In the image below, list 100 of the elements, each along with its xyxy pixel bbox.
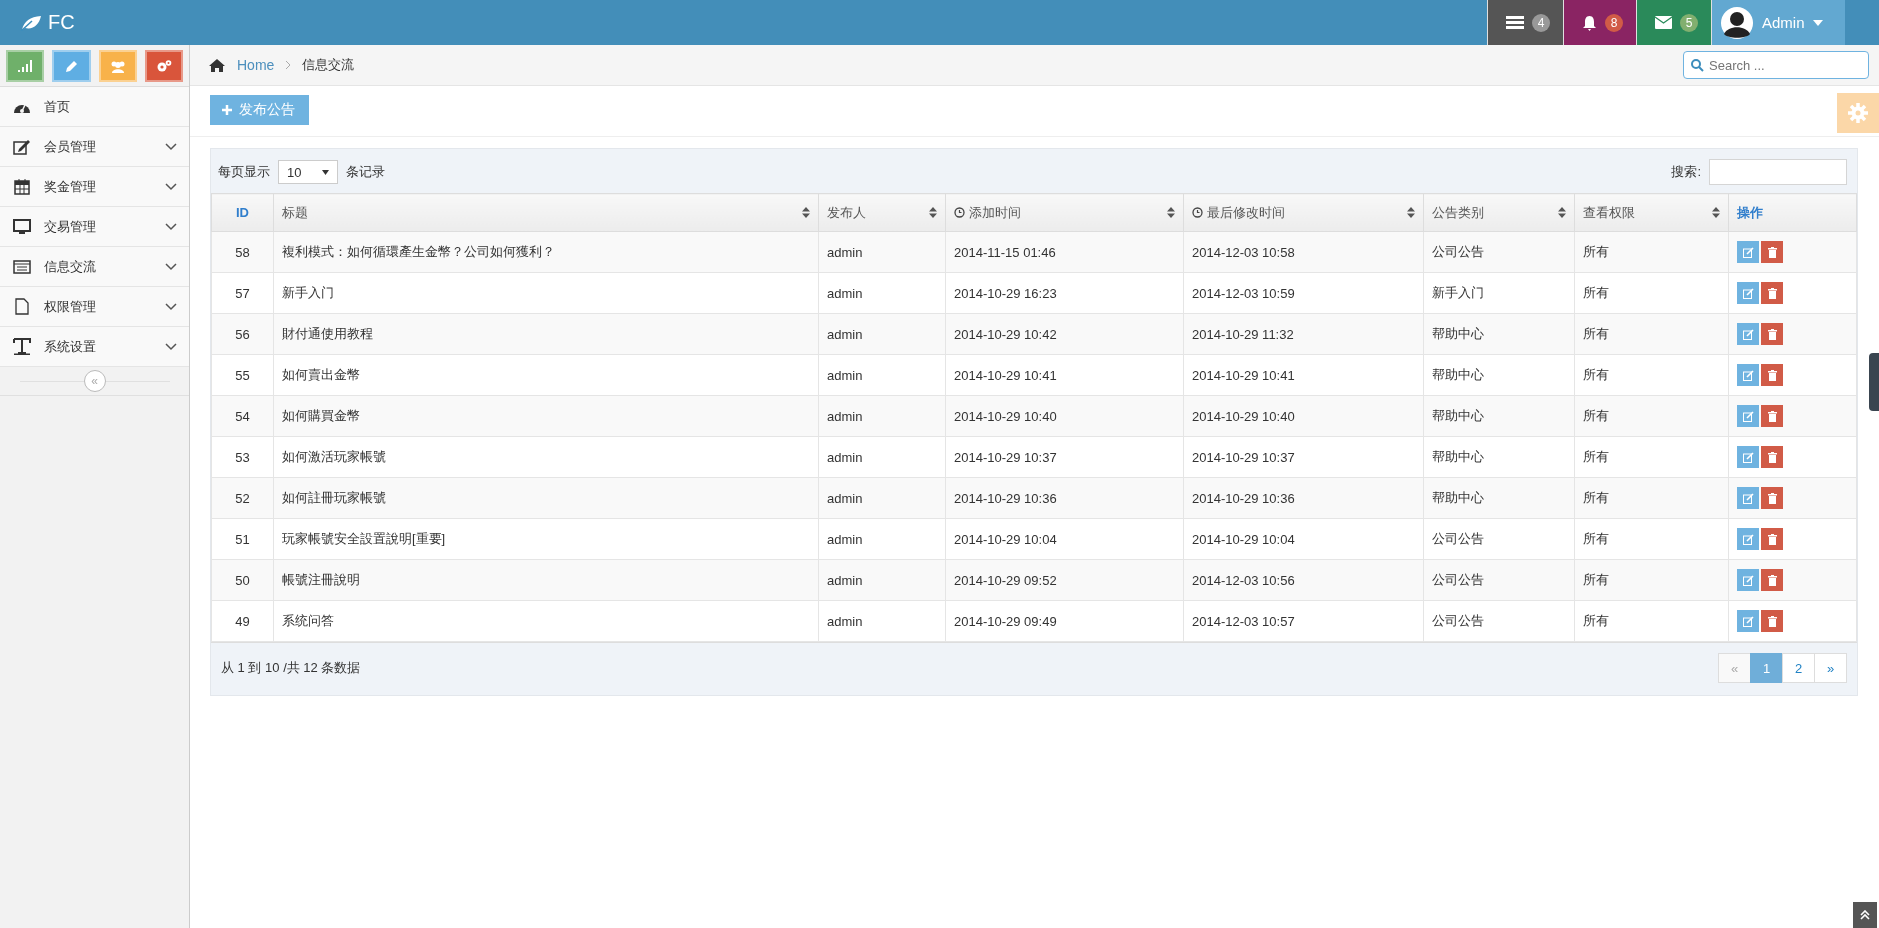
table-cell: 2014-10-29 10:04 [945,518,1184,560]
nav-item[interactable]: 会员管理 [0,127,189,167]
search-label: 搜索: [1671,163,1701,181]
home-icon [208,57,226,73]
column-header[interactable]: 操作 [1728,193,1857,232]
trash-icon [1767,533,1777,545]
edit-icon [1742,451,1754,463]
column-header[interactable]: 添加时间 [945,193,1184,232]
trash-icon [1767,451,1777,463]
double-chevron-icon [1860,910,1870,920]
caret-icon [322,169,329,175]
trash-icon [1767,492,1777,504]
shortcut-button[interactable] [6,50,45,82]
edit-button[interactable] [1737,405,1759,427]
pencil-icon [64,59,78,73]
table-cell: 所有 [1574,395,1729,437]
table-cell: 2014-11-15 01:46 [945,231,1184,273]
table-cell: 2014-10-29 16:23 [945,272,1184,314]
table-cell: 2014-10-29 10:40 [1183,395,1424,437]
clock-icon [1192,207,1203,218]
notification-button[interactable]: 8 [1563,0,1636,45]
count-badge: 8 [1605,13,1623,32]
table-cell: 所有 [1574,518,1729,560]
trash-icon [1767,328,1777,340]
table-cell: 50 [211,559,274,601]
page-size-select[interactable]: 10 [278,160,338,184]
edit-button[interactable] [1737,364,1759,386]
delete-button[interactable] [1761,323,1783,345]
settings-button[interactable] [1837,93,1879,133]
list-icon [13,259,31,274]
table-cell: 如何激活玩家帳號 [273,436,819,478]
column-header[interactable]: 查看权限 [1574,193,1729,232]
edit-button[interactable] [1737,610,1759,632]
table-cell: 如何賣出金幣 [273,354,819,396]
delete-button[interactable] [1761,241,1783,263]
table-cell: 所有 [1574,354,1729,396]
table-cell: admin [818,395,946,437]
nav-item[interactable]: 信息交流 [0,247,189,287]
page-button[interactable]: 2 [1782,653,1815,683]
table-search-field[interactable] [1709,159,1847,185]
scroll-top-button[interactable] [1853,902,1877,928]
edit-button[interactable] [1737,528,1759,550]
edit-button[interactable] [1737,569,1759,591]
edit-icon [1742,492,1754,504]
table-cell: admin [818,600,946,642]
table-cell: 所有 [1574,272,1729,314]
delete-button[interactable] [1761,405,1783,427]
delete-button[interactable] [1761,528,1783,550]
table-cell: 2014-12-03 10:57 [1183,600,1424,642]
table-cell: 帮助中心 [1423,477,1575,519]
delete-button[interactable] [1761,282,1783,304]
table-cell: 2014-10-29 10:42 [945,313,1184,355]
search-icon [1691,59,1704,72]
nav-item[interactable]: 交易管理 [0,207,189,247]
signal-icon [18,60,33,72]
edit-button[interactable] [1737,323,1759,345]
column-header[interactable]: 发布人 [818,193,946,232]
clock-icon [954,207,965,218]
edit-icon [1742,287,1754,299]
edit-button[interactable] [1737,241,1759,263]
leaf-icon [20,14,42,31]
table-cell: 55 [211,354,274,396]
nav-item[interactable]: 系统设置 [0,327,189,367]
edit-button[interactable] [1737,282,1759,304]
delete-button[interactable] [1761,446,1783,468]
delete-button[interactable] [1761,569,1783,591]
table-cell: 2014-10-29 10:04 [1183,518,1424,560]
table-cell: 帮助中心 [1423,395,1575,437]
page-button[interactable]: » [1814,653,1847,683]
delete-button[interactable] [1761,487,1783,509]
shortcut-button[interactable] [52,50,91,82]
column-header[interactable]: 最后修改时间 [1183,193,1424,232]
table-cell: 玩家帳號安全設置說明[重要] [273,518,819,560]
column-header[interactable]: ID [211,193,274,232]
shortcut-button[interactable] [98,50,137,82]
edit-button[interactable] [1737,487,1759,509]
edit-icon [13,138,31,155]
table-cell: admin [818,313,946,355]
edit-button[interactable] [1737,446,1759,468]
shortcut-button[interactable] [144,50,183,82]
table-cell: 54 [211,395,274,437]
trash-icon [1767,287,1777,299]
table-cell: 所有 [1574,559,1729,601]
column-header[interactable]: 标题 [273,193,819,232]
table-cell: 新手入门 [1423,272,1575,314]
table-cell: 2014-10-29 11:32 [1183,313,1424,355]
table-cell: 所有 [1574,313,1729,355]
count-badge: 4 [1532,13,1550,32]
table-cell: 2014-10-29 10:37 [945,436,1184,478]
table-cell: 2014-10-29 09:49 [945,600,1184,642]
table-cell: 帳號注冊說明 [273,559,819,601]
edit-icon [1742,410,1754,422]
column-header[interactable]: 公告类别 [1423,193,1575,232]
trash-icon [1767,410,1777,422]
delete-button[interactable] [1761,610,1783,632]
nav-item[interactable]: 奖金管理 [0,167,189,207]
nav-item[interactable]: 权限管理 [0,287,189,327]
search-field[interactable]: Search ... [1683,51,1869,79]
nav-item[interactable]: 首页 [0,87,189,127]
delete-button[interactable] [1761,364,1783,386]
